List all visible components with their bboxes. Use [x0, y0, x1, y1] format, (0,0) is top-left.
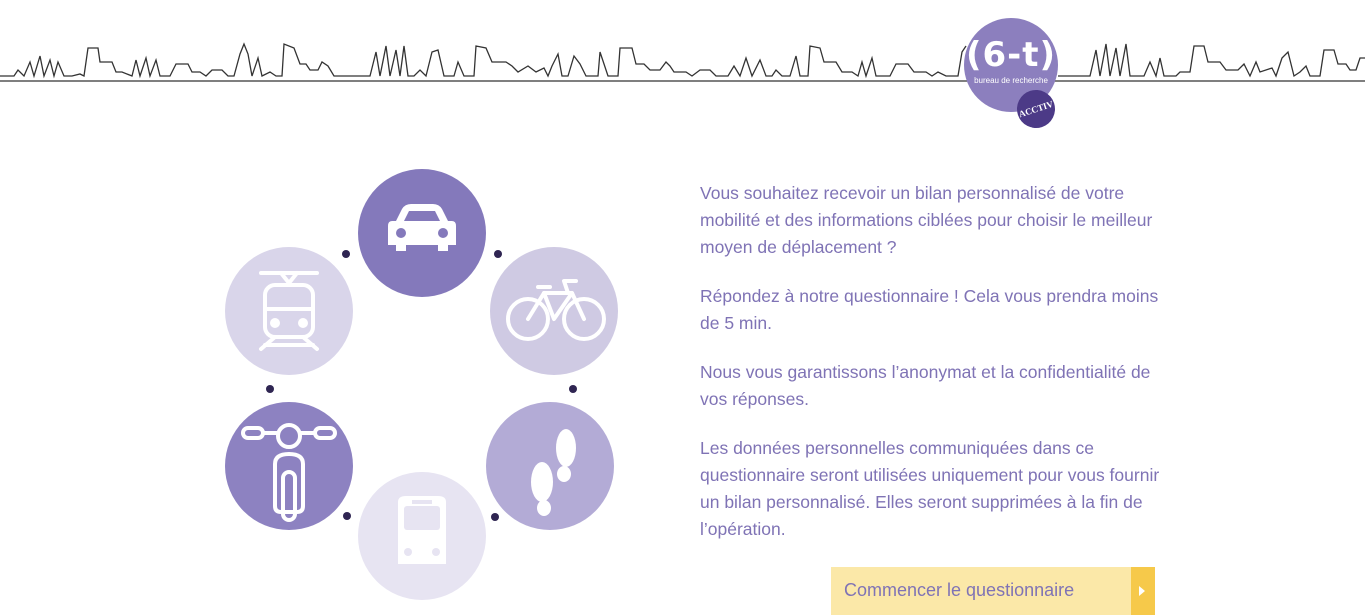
logo-text: (6-t)	[965, 35, 1057, 75]
tram-icon	[225, 247, 353, 375]
ring-dot	[343, 512, 351, 520]
city-skyline-banner	[0, 42, 1365, 82]
transport-modes-ring	[200, 160, 650, 615]
intro-paragraph: Les données personnelles communiquées da…	[700, 438, 1160, 539]
arrow-right-icon	[1131, 567, 1155, 615]
bike-icon	[490, 247, 618, 375]
car-icon	[358, 169, 486, 297]
start-questionnaire-label: Commencer le questionnaire	[844, 580, 1075, 600]
intro-text: Vous souhaitez recevoir un bilan personn…	[700, 180, 1160, 565]
bus-icon	[358, 472, 486, 600]
start-questionnaire-button[interactable]: Commencer le questionnaire	[831, 567, 1155, 615]
intro-paragraph: Répondez à notre questionnaire ! Cela vo…	[700, 286, 1159, 333]
ring-dot	[266, 385, 274, 393]
ring-dot	[491, 513, 499, 521]
ring-dot	[569, 385, 577, 393]
logo-subtitle: bureau de recherche	[974, 76, 1048, 85]
intro-paragraph: Vous souhaitez recevoir un bilan personn…	[700, 183, 1153, 257]
scooter-icon	[225, 402, 353, 530]
ring-dot	[494, 250, 502, 258]
ring-dot	[342, 250, 350, 258]
intro-paragraph: Nous vous garantissons l’anonymat et la …	[700, 362, 1151, 409]
footprints-icon	[486, 402, 614, 530]
